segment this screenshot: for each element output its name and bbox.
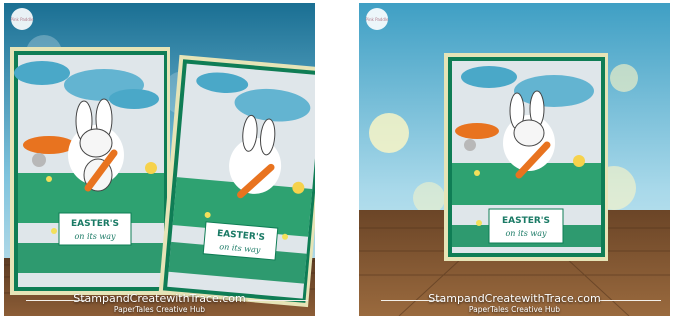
photo-left: EASTER'S on its way EASTER'S on its way … [4, 3, 315, 316]
card-upright: EASTER'S on its way [10, 47, 170, 295]
card-front: EASTER'S on its way [444, 53, 608, 261]
badge-right: Pink Paddle [366, 17, 389, 22]
card-upright-line1: EASTER'S [71, 219, 119, 229]
card-front-line1: EASTER'S [502, 216, 550, 226]
card-upright-line2: on its way [74, 232, 116, 241]
card-tilted: EASTER'S on its way [158, 54, 315, 308]
credit-main-right: StampandCreatewithTrace.com [428, 292, 601, 305]
badge-left: Pink Paddle [11, 17, 34, 22]
credit-sub-left: PaperTales Creative Hub [113, 305, 206, 314]
photo-right: EASTER'S on its way Pink Paddle Stampand… [359, 3, 670, 316]
credit-main-left: StampandCreatewithTrace.com [73, 292, 246, 305]
credit-sub-right: PaperTales Creative Hub [468, 305, 561, 314]
card-front-line2: on its way [505, 229, 547, 238]
